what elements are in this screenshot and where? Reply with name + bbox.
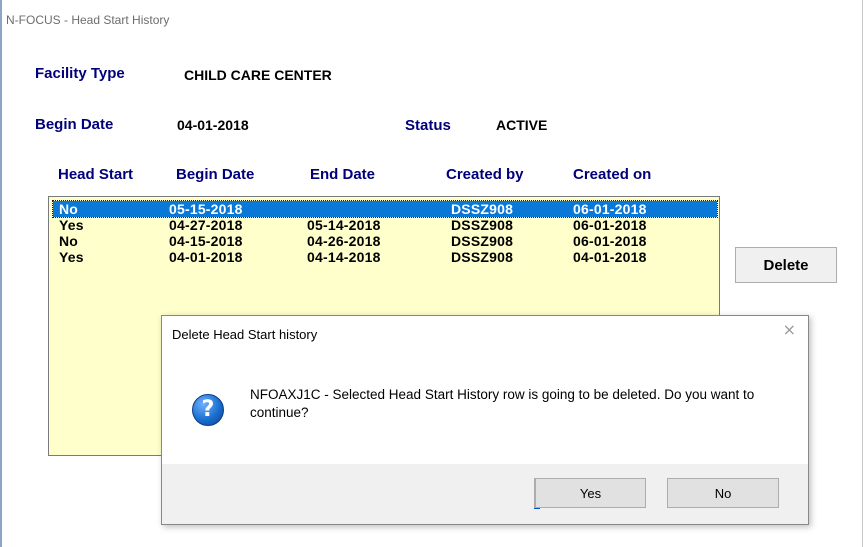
cell-created-by: DSSZ908 xyxy=(451,201,514,217)
cell-begin-date: 04-01-2018 xyxy=(169,249,243,265)
begin-date-label: Begin Date xyxy=(35,116,114,133)
begin-date-value: 04-01-2018 xyxy=(177,117,249,133)
window-title: N-FOCUS - Head Start History xyxy=(6,13,170,27)
cell-begin-date: 05-15-2018 xyxy=(169,201,243,217)
dialog-message: NFOAXJ1C - Selected Head Start History r… xyxy=(250,387,755,420)
column-header-end-date: End Date xyxy=(310,166,376,183)
focus-indicator xyxy=(534,508,540,509)
column-header-created-on: Created on xyxy=(573,166,652,183)
cell-end-date: 04-14-2018 xyxy=(307,249,381,265)
question-icon: ? xyxy=(192,394,224,426)
facility-type-value: CHILD CARE CENTER xyxy=(184,67,332,83)
column-header-head-start: Head Start xyxy=(58,166,134,183)
no-button[interactable]: No xyxy=(667,478,779,508)
cell-begin-date: 04-27-2018 xyxy=(169,217,243,233)
delete-confirmation-dialog: Delete Head Start history × ? NFOAXJ1C -… xyxy=(161,315,809,525)
column-header-created-by: Created by xyxy=(446,166,524,183)
cell-created-on: 04-01-2018 xyxy=(573,249,647,265)
cell-head-start: Yes xyxy=(59,217,84,233)
cell-created-by: DSSZ908 xyxy=(451,217,514,233)
table-row[interactable]: Yes 04-27-2018 05-14-2018 DSSZ908 06-01-… xyxy=(53,217,717,233)
cell-created-by: DSSZ908 xyxy=(451,249,514,265)
cell-end-date: 05-14-2018 xyxy=(307,217,381,233)
cell-created-on: 06-01-2018 xyxy=(573,217,647,233)
column-header-begin-date: Begin Date xyxy=(176,166,255,183)
close-icon[interactable]: × xyxy=(783,322,796,338)
cell-head-start: No xyxy=(59,233,79,249)
cell-created-on: 06-01-2018 xyxy=(573,233,647,249)
status-value: ACTIVE xyxy=(496,117,548,133)
status-label: Status xyxy=(405,117,451,134)
yes-button[interactable]: Yes xyxy=(534,478,646,508)
facility-type-label: Facility Type xyxy=(35,65,125,82)
cell-head-start: Yes xyxy=(59,249,84,265)
table-row[interactable]: Yes 04-01-2018 04-14-2018 DSSZ908 04-01-… xyxy=(53,249,717,265)
dialog-button-bar: Yes No xyxy=(162,464,808,524)
cell-end-date: 04-26-2018 xyxy=(307,233,381,249)
table-row[interactable]: No 04-15-2018 04-26-2018 DSSZ908 06-01-2… xyxy=(53,233,717,249)
cell-created-by: DSSZ908 xyxy=(451,233,514,249)
delete-button[interactable]: Delete xyxy=(735,247,837,283)
cell-created-on: 06-01-2018 xyxy=(573,201,647,217)
dialog-title: Delete Head Start history xyxy=(172,327,318,342)
cell-head-start: No xyxy=(59,201,79,217)
cell-begin-date: 04-15-2018 xyxy=(169,233,243,249)
table-row[interactable]: No 05-15-2018 DSSZ908 06-01-2018 xyxy=(52,200,718,218)
